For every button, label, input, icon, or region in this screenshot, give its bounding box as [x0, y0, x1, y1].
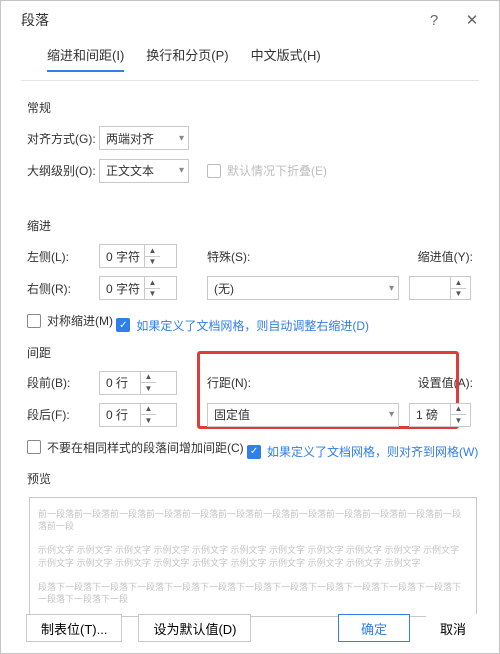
special-label: 特殊(S):: [189, 248, 267, 265]
space-after-value: 0 行: [100, 406, 140, 423]
space-before-value: 0 行: [100, 374, 140, 391]
set-default-button[interactable]: 设为默认值(D): [138, 614, 251, 642]
spacing-at-value: 1 磅: [410, 406, 450, 423]
snap-to-grid-label: 如果定义了文档网格，则对齐到网格(W): [267, 443, 478, 460]
spinner-arrows[interactable]: ▲▼: [140, 372, 156, 394]
close-icon[interactable]: ✕: [453, 5, 491, 35]
indent-right-label: 右侧(R):: [27, 280, 99, 297]
section-general: 常规: [27, 99, 479, 116]
tabs-button[interactable]: 制表位(T)...: [26, 614, 122, 642]
space-after-label: 段后(F):: [27, 406, 99, 423]
titlebar: 段落 ? ✕: [1, 1, 499, 39]
help-icon[interactable]: ?: [415, 5, 453, 35]
chevron-down-icon: ▾: [173, 165, 184, 176]
collapse-label: 默认情况下折叠(E): [227, 162, 327, 179]
spinner-arrows[interactable]: ▲▼: [450, 404, 466, 426]
paragraph-dialog: 段落 ? ✕ 缩进和间距(I) 换行和分页(P) 中文版式(H) 常规 对齐方式…: [0, 0, 500, 654]
chevron-down-icon: ▾: [383, 283, 394, 294]
collapse-checkbox: [207, 164, 221, 178]
outline-value: 正文文本: [106, 162, 154, 179]
spacing-at-spin[interactable]: 1 磅 ▲▼: [409, 403, 471, 427]
space-after-spin[interactable]: 0 行 ▲▼: [99, 403, 177, 427]
indent-by-spin[interactable]: ▲▼: [409, 276, 471, 300]
chevron-down-icon: ▾: [173, 133, 184, 144]
dialog-body: 常规 对齐方式(G): 两端对齐 ▾ 大纲级别(O): 正文文本 ▾ 默认情况下…: [1, 81, 499, 617]
tab-indent-spacing[interactable]: 缩进和间距(I): [47, 41, 124, 72]
cancel-button[interactable]: 取消: [426, 614, 480, 642]
indent-by-label: 缩进值(Y):: [267, 248, 479, 265]
no-space-same-style-label: 不要在相同样式的段落间增加间距(C): [47, 439, 244, 456]
indent-left-label: 左侧(L):: [27, 248, 99, 265]
spinner-arrows[interactable]: ▲▼: [144, 277, 160, 299]
line-spacing-value: 固定值: [214, 406, 250, 423]
tab-strip: 缩进和间距(I) 换行和分页(P) 中文版式(H): [21, 39, 479, 81]
section-indent: 缩进: [27, 217, 479, 234]
line-spacing-select[interactable]: 固定值 ▾: [207, 403, 399, 427]
auto-adjust-right-label: 如果定义了文档网格，则自动调整右缩进(D): [136, 317, 369, 334]
dialog-footer: 制表位(T)... 设为默认值(D) 确定 取消: [0, 606, 500, 648]
spinner-arrows[interactable]: ▲▼: [140, 404, 156, 426]
spinner-arrows[interactable]: ▲▼: [450, 277, 466, 299]
alignment-label: 对齐方式(G):: [27, 130, 99, 147]
space-before-label: 段前(B):: [27, 374, 99, 391]
outline-select[interactable]: 正文文本 ▾: [99, 159, 189, 183]
snap-to-grid-checkbox[interactable]: ✓: [247, 445, 261, 459]
mirror-indent-checkbox[interactable]: [27, 314, 41, 328]
no-space-same-style-checkbox[interactable]: [27, 440, 41, 454]
space-before-spin[interactable]: 0 行 ▲▼: [99, 371, 177, 395]
indent-right-value: 0 字符: [100, 280, 144, 297]
tab-asian[interactable]: 中文版式(H): [251, 41, 321, 72]
special-value: (无): [214, 280, 234, 297]
mirror-indent-label: 对称缩进(M): [47, 312, 113, 329]
auto-adjust-right-checkbox[interactable]: ✓: [116, 318, 130, 332]
ok-button[interactable]: 确定: [338, 614, 410, 642]
chevron-down-icon: ▾: [383, 409, 394, 420]
section-preview: 预览: [27, 470, 479, 487]
alignment-select[interactable]: 两端对齐 ▾: [99, 126, 189, 150]
tab-line-page[interactable]: 换行和分页(P): [146, 41, 228, 72]
alignment-value: 两端对齐: [106, 130, 154, 147]
indent-left-value: 0 字符: [100, 248, 144, 265]
dialog-title: 段落: [21, 10, 415, 30]
indent-right-spin[interactable]: 0 字符 ▲▼: [99, 276, 177, 300]
preview-text: 前一段落前一段落前一段落前一段落前一段落前一段落前一段落前一段落前一段落前一段落…: [38, 508, 468, 605]
spinner-arrows[interactable]: ▲▼: [144, 245, 160, 267]
outline-label: 大纲级别(O):: [27, 162, 99, 179]
indent-left-spin[interactable]: 0 字符 ▲▼: [99, 244, 177, 268]
preview-box: 前一段落前一段落前一段落前一段落前一段落前一段落前一段落前一段落前一段落前一段落…: [29, 497, 477, 617]
special-select[interactable]: (无) ▾: [207, 276, 399, 300]
